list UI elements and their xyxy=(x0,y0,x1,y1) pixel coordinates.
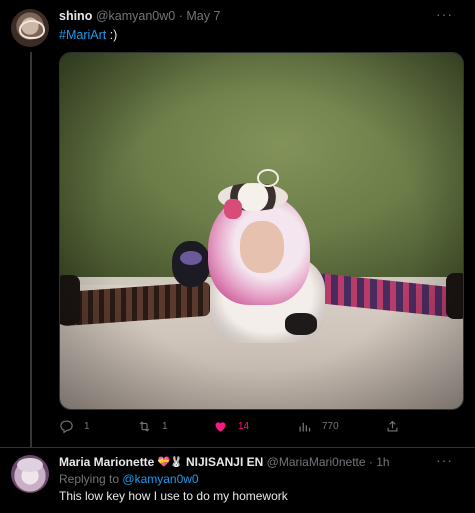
reply-author-emoji: 💝🐰 xyxy=(157,457,183,468)
tweet-actions: 1 1 14 770 xyxy=(59,419,404,437)
like-button[interactable]: 14 xyxy=(213,419,249,434)
tweet-header: shino @kamyan0w0 · May 7 xyxy=(59,9,220,23)
share-icon xyxy=(387,420,398,432)
share-button[interactable] xyxy=(385,419,400,434)
like-count: 14 xyxy=(238,421,250,432)
replying-mention-link[interactable]: @kamyan0w0 xyxy=(122,472,198,486)
heart-icon xyxy=(215,422,226,432)
reply-text: This low key how I use to do my homework xyxy=(59,489,288,503)
reply-author-avatar[interactable] xyxy=(11,455,49,493)
retweet-button[interactable]: 1 xyxy=(137,419,168,434)
tweet-date[interactable]: May 7 xyxy=(186,9,220,23)
reply-time[interactable]: 1h xyxy=(376,455,389,469)
reply-author-org[interactable]: NIJISANJI EN xyxy=(186,455,263,469)
author-name[interactable]: shino xyxy=(59,9,92,23)
reply-button[interactable]: 1 xyxy=(59,419,90,434)
divider xyxy=(0,447,475,448)
more-options-icon[interactable]: ··· xyxy=(436,6,453,22)
reply-header: Maria Marionette 💝🐰 NIJISANJI EN @MariaM… xyxy=(59,455,390,469)
retweet-count: 1 xyxy=(162,421,168,432)
replying-to: Replying to @kamyan0w0 xyxy=(59,472,199,486)
thread-line xyxy=(30,52,32,448)
author-avatar[interactable] xyxy=(11,9,49,47)
tweet-text-body: :) xyxy=(106,28,118,42)
reply-count: 1 xyxy=(84,421,90,432)
analytics-icon xyxy=(299,422,311,432)
hashtag-link[interactable]: #MariArt xyxy=(59,28,106,42)
tweet-photo[interactable] xyxy=(59,52,464,410)
reply-more-options-icon[interactable]: ··· xyxy=(436,452,453,468)
separator: · xyxy=(178,9,183,23)
views-button[interactable]: 770 xyxy=(297,419,339,434)
reply-author-handle[interactable]: @MariaMari0nette xyxy=(267,455,366,469)
tweet-text: #MariArt :) xyxy=(59,28,117,42)
photo-vignette xyxy=(60,53,463,409)
author-handle[interactable]: @kamyan0w0 xyxy=(96,9,175,23)
reply-author-name[interactable]: Maria Marionette xyxy=(59,455,154,469)
replying-prefix: Replying to xyxy=(59,472,120,486)
reply-icon xyxy=(60,420,73,434)
view-count: 770 xyxy=(322,421,339,432)
separator: · xyxy=(368,455,373,469)
retweet-icon xyxy=(139,421,150,432)
